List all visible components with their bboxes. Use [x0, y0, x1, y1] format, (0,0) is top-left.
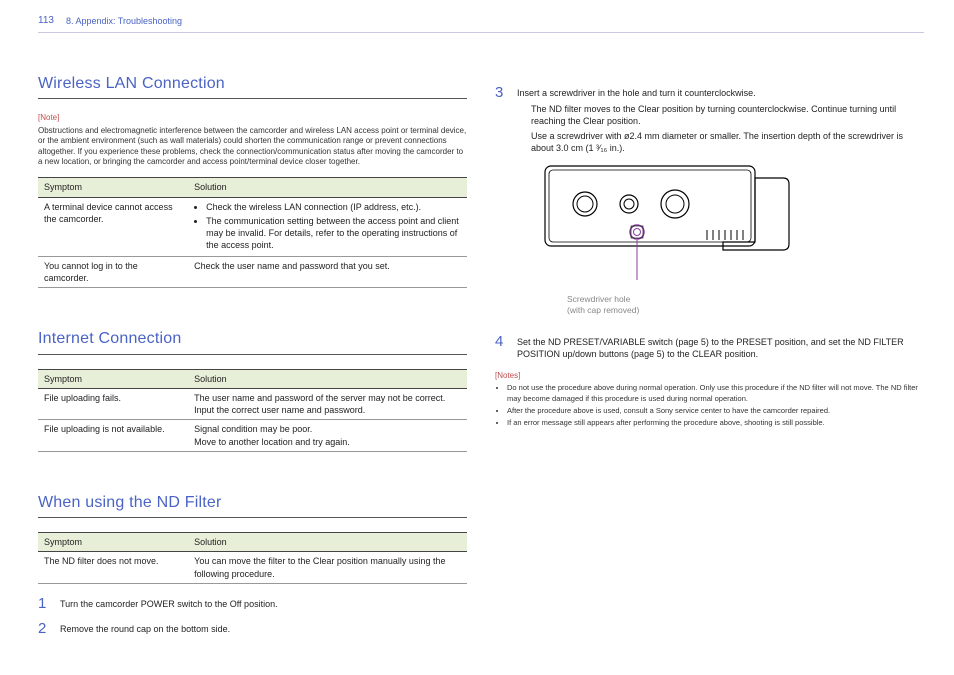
table-row: A terminal device cannot access the camc… — [38, 197, 467, 257]
section-title-nd: When using the ND Filter — [38, 492, 467, 514]
caption-line: (with cap removed) — [567, 305, 639, 315]
cell-solution: You can move the filter to the Clear pos… — [188, 552, 467, 583]
section-rule — [38, 354, 467, 355]
procedure-steps: 1 Turn the camcorder POWER switch to the… — [38, 596, 467, 636]
camcorder-bottom-diagram — [537, 160, 797, 290]
step-text: Set the ND PRESET/VARIABLE switch (page … — [517, 334, 924, 360]
notes-label: [Notes] — [495, 371, 924, 382]
cell-symptom: A terminal device cannot access the camc… — [38, 197, 188, 257]
bullet-item: Use a screwdriver with ø2.4 mm diameter … — [531, 130, 924, 154]
bullet-item: The ND filter moves to the Clear positio… — [531, 103, 924, 127]
th-solution: Solution — [188, 370, 467, 389]
cell-symptom: File uploading is not available. — [38, 420, 188, 451]
caption-line: Screwdriver hole — [567, 294, 630, 304]
solution-item: The communication setting between the ac… — [206, 215, 461, 251]
breadcrumb: 8. Appendix: Troubleshooting — [66, 15, 182, 27]
cell-solution: Signal condition may be poor. Move to an… — [188, 420, 467, 451]
step-text: Remove the round cap on the bottom side. — [60, 621, 467, 636]
note-text: Obstructions and electromagnetic interfe… — [38, 126, 467, 168]
step-2: 2 Remove the round cap on the bottom sid… — [38, 621, 467, 636]
right-column: 3 Insert a screwdriver in the hole and t… — [495, 73, 924, 646]
cell-solution: Check the user name and password that yo… — [188, 257, 467, 288]
section-rule — [38, 98, 467, 99]
note-item: After the procedure above is used, consu… — [507, 406, 924, 416]
internet-table: Symptom Solution File uploading fails. T… — [38, 369, 467, 452]
step-text: Turn the camcorder POWER switch to the O… — [60, 596, 467, 611]
cell-symptom: The ND filter does not move. — [38, 552, 188, 583]
step-sub-bullets: The ND filter moves to the Clear positio… — [517, 103, 924, 155]
cell-symptom: You cannot log in to the camcorder. — [38, 257, 188, 288]
table-row: You cannot log in to the camcorder. Chec… — [38, 257, 467, 288]
step-4: 4 Set the ND PRESET/VARIABLE switch (pag… — [495, 334, 924, 360]
th-solution: Solution — [188, 178, 467, 197]
cell-solution: Check the wireless LAN connection (IP ad… — [188, 197, 467, 257]
table-row: File uploading fails. The user name and … — [38, 389, 467, 420]
section-title-wlan: Wireless LAN Connection — [38, 73, 467, 95]
step-body: Insert a screwdriver in the hole and tur… — [517, 85, 924, 317]
step-number: 1 — [38, 596, 50, 611]
solution-item: Check the wireless LAN connection (IP ad… — [206, 201, 461, 213]
page-number: 113 — [38, 14, 54, 28]
step-number: 4 — [495, 334, 507, 360]
wlan-table: Symptom Solution A terminal device canno… — [38, 177, 467, 288]
cell-symptom: File uploading fails. — [38, 389, 188, 420]
diagram-caption: Screwdriver hole (with cap removed) — [567, 294, 924, 316]
step-1: 1 Turn the camcorder POWER switch to the… — [38, 596, 467, 611]
note-item: Do not use the procedure above during no… — [507, 383, 924, 403]
step-number: 2 — [38, 621, 50, 636]
notes-block: [Notes] Do not use the procedure above d… — [495, 371, 924, 428]
th-symptom: Symptom — [38, 178, 188, 197]
th-solution: Solution — [188, 533, 467, 552]
th-symptom: Symptom — [38, 370, 188, 389]
document-page: 113 8. Appendix: Troubleshooting Wireles… — [0, 0, 954, 675]
two-column-layout: Wireless LAN Connection [Note] Obstructi… — [38, 73, 924, 646]
section-title-internet: Internet Connection — [38, 328, 467, 350]
table-row: File uploading is not available. Signal … — [38, 420, 467, 451]
nd-table: Symptom Solution The ND filter does not … — [38, 532, 467, 583]
step-text: Insert a screwdriver in the hole and tur… — [517, 88, 756, 98]
cell-solution: The user name and password of the server… — [188, 389, 467, 420]
table-row: The ND filter does not move. You can mov… — [38, 552, 467, 583]
procedure-steps-cont: 3 Insert a screwdriver in the hole and t… — [495, 85, 924, 361]
section-rule — [38, 517, 467, 518]
step-number: 3 — [495, 85, 507, 317]
note-label: [Note] — [38, 113, 467, 124]
note-item: If an error message still appears after … — [507, 418, 924, 428]
left-column: Wireless LAN Connection [Note] Obstructi… — [38, 73, 467, 646]
step-3: 3 Insert a screwdriver in the hole and t… — [495, 85, 924, 317]
th-symptom: Symptom — [38, 533, 188, 552]
page-header: 113 8. Appendix: Troubleshooting — [38, 14, 924, 33]
